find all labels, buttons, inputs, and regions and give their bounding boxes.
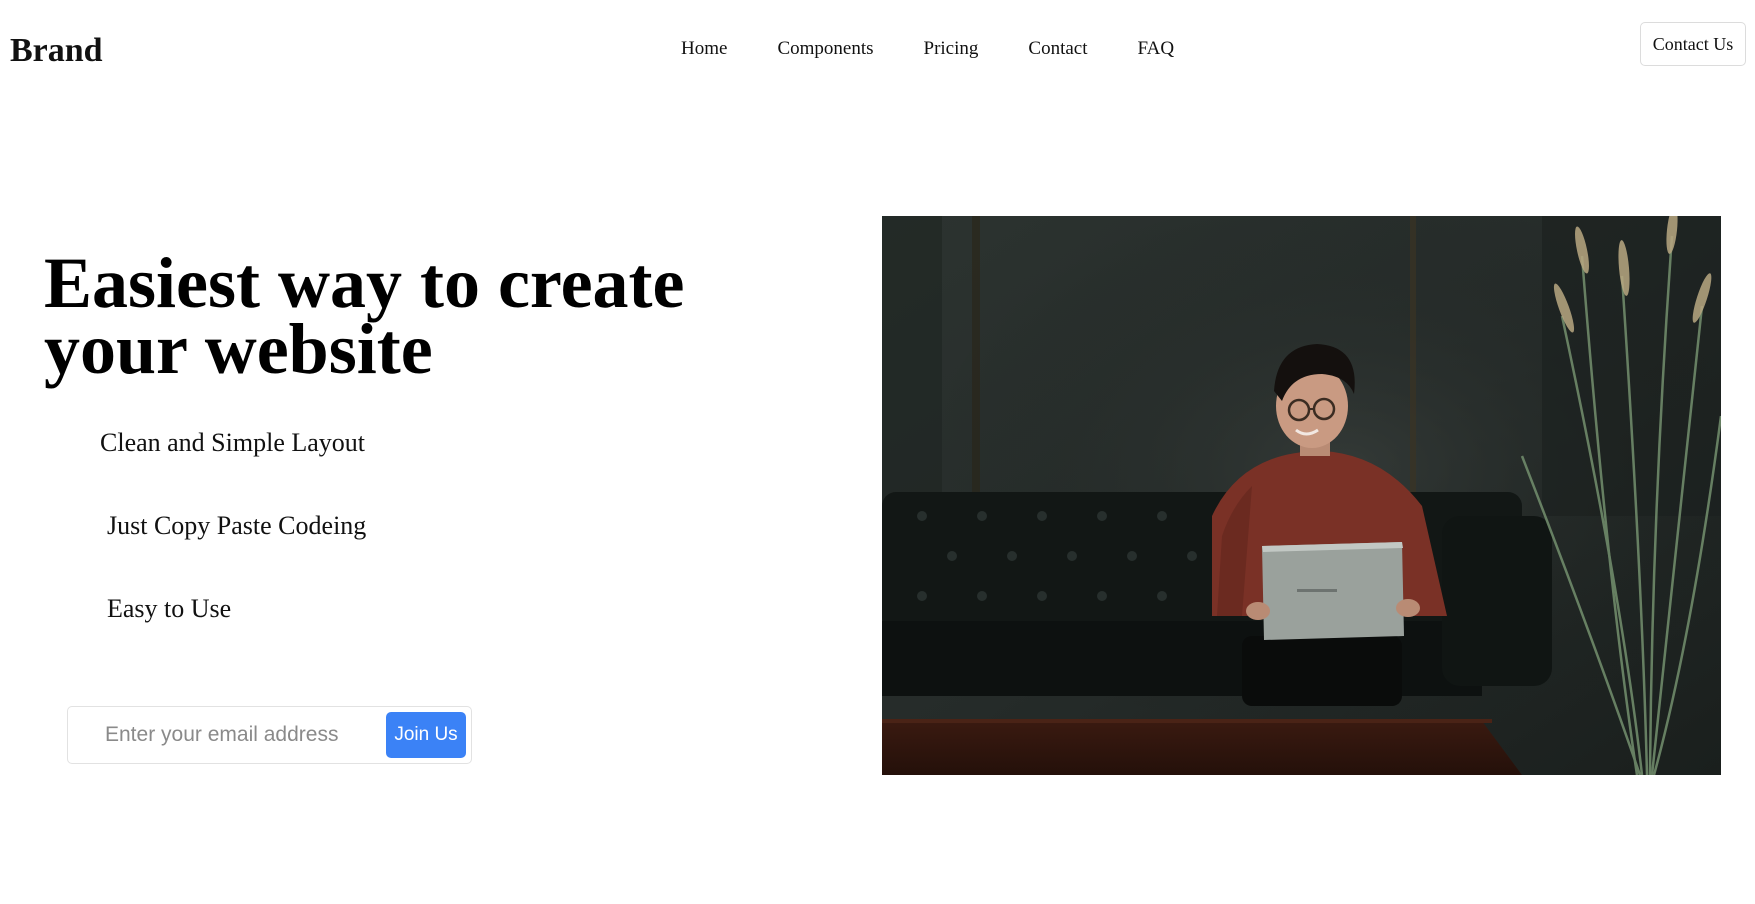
hero-title-line2: your website xyxy=(44,309,433,389)
brand-logo[interactable]: Brand xyxy=(10,34,103,68)
hero-photo xyxy=(882,216,1721,775)
contact-us-button[interactable]: Contact Us xyxy=(1640,22,1746,66)
email-input[interactable] xyxy=(105,723,375,747)
signup-form: Join Us xyxy=(67,706,472,764)
nav-pricing[interactable]: Pricing xyxy=(924,37,979,62)
feature-item: Just Copy Paste Codeing xyxy=(107,511,367,540)
nav-contact[interactable]: Contact xyxy=(1028,37,1087,62)
feature-item: Easy to Use xyxy=(107,594,232,623)
nav-faq[interactable]: FAQ xyxy=(1138,37,1175,62)
main-nav: Home Components Pricing Contact FAQ xyxy=(681,37,1174,62)
nav-components[interactable]: Components xyxy=(777,37,873,62)
feature-item: Clean and Simple Layout xyxy=(100,428,366,457)
nav-home[interactable]: Home xyxy=(681,37,727,62)
hero-title: Easiest way to create your website xyxy=(44,247,764,385)
join-us-button[interactable]: Join Us xyxy=(386,712,466,758)
